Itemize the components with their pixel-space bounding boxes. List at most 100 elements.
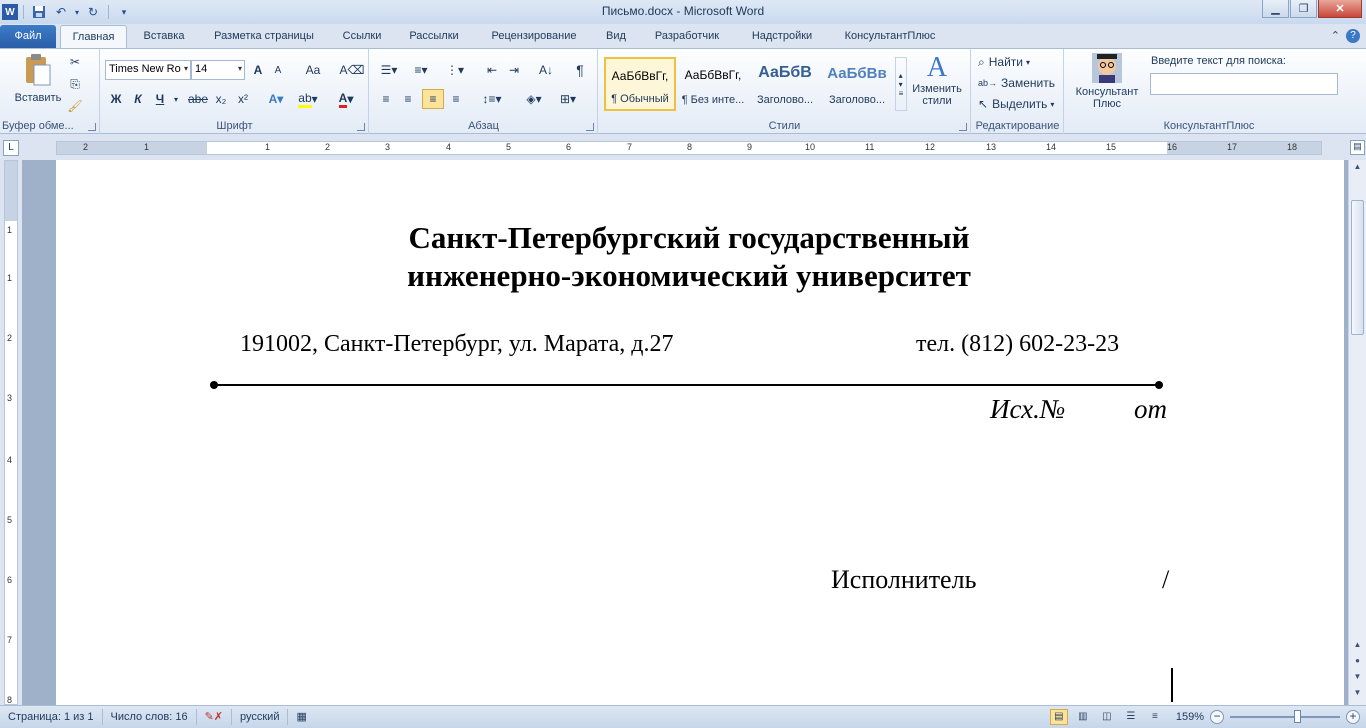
zoom-in-icon[interactable]: + [1346,710,1360,724]
tab-mailings[interactable]: Рассылки [400,25,468,48]
tab-consultant[interactable]: КонсультантПлюс [834,25,946,48]
undo-icon[interactable]: ↶ [51,2,71,22]
tab-addins[interactable]: Надстройки [740,25,824,48]
scroll-up-icon[interactable]: ▲ [1351,640,1364,654]
copy-icon[interactable]: ⎘ [66,75,84,93]
close-button[interactable]: ✕ [1318,0,1362,18]
font-group: Times New Ro ▾ 14 ▾ A A Aa A⌫ Ж К Ч ▾ abe … [101,49,369,134]
macro-record-icon[interactable]: ▦ [288,709,314,725]
tab-page-layout[interactable]: Разметка страницы [204,25,324,48]
tab-developer[interactable]: Разработчик [644,25,730,48]
font-color-icon[interactable]: A ▾ [333,89,359,109]
find-button[interactable]: ⌕ Найти ▾ [978,53,1062,71]
spelling-check-icon[interactable]: ✎✗ [197,709,232,725]
styles-launcher-icon[interactable] [959,123,967,131]
cut-icon[interactable]: ✂ [66,53,84,71]
align-center-icon[interactable]: ≡ [398,89,418,109]
clear-formatting-icon[interactable]: A⌫ [340,60,365,80]
align-right-icon[interactable]: ≡ [422,89,444,109]
scroll-down-icon[interactable]: ▼ [1351,672,1364,686]
sort-icon[interactable]: A↓ [536,60,556,80]
full-screen-reading-icon[interactable]: ▥ [1074,709,1092,725]
minimize-ribbon-icon[interactable]: ⌃ [1331,29,1340,43]
document-page[interactable]: Санкт-Петербургский государственный инже… [56,160,1344,705]
line-spacing-icon[interactable]: ↕≡▾ [478,89,506,109]
shading-icon[interactable]: ◈▾ [520,89,548,109]
style-no-spacing[interactable]: АаБбВвГг, ¶ Без инте... [677,57,749,111]
paste-button[interactable]: Вставить [12,53,64,104]
save-icon[interactable] [29,2,49,22]
chevron-down-icon[interactable]: ▾ [171,89,181,109]
scroll-up-icon[interactable]: ▲ [1351,162,1364,176]
replace-button[interactable]: ab→ Заменить [978,74,1062,92]
tab-insert[interactable]: Вставка [132,25,196,48]
style-heading-1[interactable]: АаБбВ Заголово... [749,57,821,111]
select-button[interactable]: ↖ Выделить ▾ [978,95,1062,113]
tab-view[interactable]: Вид [596,25,636,48]
align-left-icon[interactable]: ≡ [376,89,396,109]
italic-button[interactable]: К [129,89,147,109]
view-ruler-icon[interactable]: ▤ [1350,140,1365,155]
vertical-ruler[interactable]: 1 1 2 3 4 5 6 7 8 [4,160,18,705]
consultant-plus-button[interactable]: Консультант Плюс [1069,53,1145,110]
change-case-icon[interactable]: Aa [301,60,325,80]
zoom-slider-thumb[interactable] [1294,710,1301,723]
numbering-icon[interactable]: ≡▾ [408,60,434,80]
strikethrough-button[interactable]: abe [187,89,209,109]
borders-icon[interactable]: ⊞▾ [554,89,582,109]
document-area[interactable]: Санкт-Петербургский государственный инже… [22,160,1348,705]
customize-icon[interactable]: ▾ [114,2,134,22]
redo-icon[interactable]: ↻ [83,2,103,22]
subscript-button[interactable]: x₂ [211,89,231,109]
tab-selector-icon[interactable]: L [3,140,19,156]
draft-icon[interactable]: ≡ [1146,709,1164,725]
zoom-level[interactable]: 159% [1176,711,1204,723]
undo-dropdown-icon[interactable]: ▾ [73,2,81,22]
font-name-combo[interactable]: Times New Ro ▾ [105,60,191,80]
styles-scroll[interactable]: ▴ ▾ ≡ [895,57,907,111]
word-icon[interactable]: W [2,4,18,20]
text-effects-icon[interactable]: A▾ [265,89,287,109]
paragraph-launcher-icon[interactable] [586,123,594,131]
tab-references[interactable]: Ссылки [334,25,390,48]
horizontal-ruler[interactable]: 2 1 1 2 3 4 5 6 7 8 9 10 11 12 13 14 15 … [56,141,1322,155]
vertical-scrollbar[interactable]: ▲ ▲ ● ▼ ▼ [1348,160,1366,705]
superscript-button[interactable]: x² [233,89,253,109]
bold-button[interactable]: Ж [107,89,125,109]
show-marks-icon[interactable]: ¶ [570,60,590,80]
zoom-out-icon[interactable]: − [1210,710,1224,724]
help-icon[interactable]: ? [1346,29,1360,43]
font-launcher-icon[interactable] [357,123,365,131]
web-layout-icon[interactable]: ◫ [1098,709,1116,725]
grow-font-icon[interactable]: A [249,60,267,80]
tab-home[interactable]: Главная [60,25,127,48]
change-styles-button[interactable]: A Изменить стили [909,53,965,108]
tab-review[interactable]: Рецензирование [478,25,590,48]
consultant-search-input[interactable] [1150,73,1338,95]
minimize-button[interactable]: ▁ [1262,0,1289,18]
browse-object-icon[interactable]: ● [1351,656,1364,670]
outline-icon[interactable]: ☰ [1122,709,1140,725]
status-words[interactable]: Число слов: 16 [103,709,197,725]
zoom-slider[interactable] [1230,710,1340,723]
style-normal[interactable]: АаБбВвГг, ¶ Обычный [604,57,676,111]
bullets-icon[interactable]: ☰▾ [376,60,402,80]
justify-icon[interactable]: ≡ [446,89,466,109]
status-page[interactable]: Страница: 1 из 1 [0,709,103,725]
decrease-indent-icon[interactable]: ⇤ [482,60,502,80]
font-size-combo[interactable]: 14 ▾ [191,60,245,80]
print-layout-icon[interactable]: ▤ [1049,709,1068,725]
shrink-font-icon[interactable]: A [269,60,287,80]
underline-button[interactable]: Ч [151,89,169,109]
highlight-icon[interactable]: ab ▾ [295,89,321,109]
restore-button[interactable]: ❐ [1290,0,1317,18]
increase-indent-icon[interactable]: ⇥ [504,60,524,80]
scroll-down-icon[interactable]: ▼ [1351,688,1364,702]
format-painter-icon[interactable]: 🖌 [66,97,84,115]
style-heading-2[interactable]: АаБбВв Заголово... [821,57,893,111]
status-language[interactable]: русский [232,709,289,725]
tab-file[interactable]: Файл [0,25,56,48]
multilevel-list-icon[interactable]: ⋮▾ [442,60,468,80]
scroll-thumb[interactable] [1351,200,1364,335]
clipboard-launcher-icon[interactable] [88,123,96,131]
